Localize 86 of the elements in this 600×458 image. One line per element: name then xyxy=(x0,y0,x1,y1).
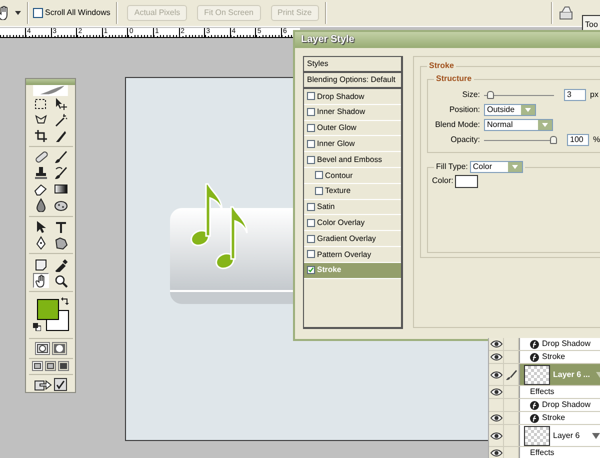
color-swatch[interactable] xyxy=(455,174,478,188)
effect-row[interactable]: Drop Shadow xyxy=(519,338,600,350)
layer-row[interactable]: Layer 6 xyxy=(519,425,600,446)
checkbox[interactable] xyxy=(307,124,315,132)
stamp-tool-button[interactable] xyxy=(32,166,48,181)
effect-icon xyxy=(530,352,539,362)
effect-row[interactable]: Effects xyxy=(519,447,600,458)
checkbox[interactable] xyxy=(307,108,315,116)
checkbox[interactable] xyxy=(315,187,323,196)
default-colors-icon[interactable] xyxy=(32,322,40,331)
eraser-tool-button[interactable] xyxy=(32,182,48,197)
field-label: Opacity: xyxy=(450,134,480,146)
checkbox[interactable] xyxy=(307,234,315,243)
dropdown[interactable]: Color xyxy=(470,161,523,173)
checkmark-tile-icon[interactable] xyxy=(54,378,67,391)
eye-icon[interactable] xyxy=(490,387,502,397)
caret-icon xyxy=(542,123,548,127)
scroll-all-windows-checkbox[interactable]: Scroll All Windows xyxy=(33,7,110,19)
field-label: Fill Type: xyxy=(436,162,468,172)
brush-icon xyxy=(505,368,517,380)
eye-icon[interactable] xyxy=(490,413,502,423)
triangle-icon[interactable] xyxy=(592,432,600,438)
dropdown[interactable]: Normal xyxy=(484,119,553,131)
checkbox[interactable] xyxy=(307,140,315,148)
eyedropper-tool-button[interactable] xyxy=(52,257,68,272)
note-tool-button[interactable] xyxy=(32,257,48,272)
dialog-title: Layer Style xyxy=(295,32,600,48)
group-title: Stroke xyxy=(427,61,456,71)
effect-row[interactable]: Effects xyxy=(519,386,600,398)
layer-thumbnail xyxy=(524,364,550,384)
effect-icon xyxy=(530,340,539,348)
wand-tool-button[interactable] xyxy=(52,112,68,128)
caret-icon xyxy=(512,165,518,169)
field-label: Blend Mode: xyxy=(434,119,480,131)
zoom-tool-button[interactable] xyxy=(52,273,68,288)
checkbox[interactable] xyxy=(307,266,315,274)
jump-to-icon[interactable] xyxy=(34,378,52,392)
slider-track[interactable] xyxy=(484,136,557,144)
caret-icon xyxy=(525,108,531,112)
checkbox[interactable] xyxy=(315,171,323,180)
dropdown[interactable]: Outside xyxy=(484,104,536,116)
unit-label: px xyxy=(590,89,598,101)
eye-icon[interactable] xyxy=(490,352,502,362)
effect-icon xyxy=(530,400,539,410)
slider-track[interactable] xyxy=(484,91,554,99)
layer-thumbnail xyxy=(524,426,550,446)
dashed-rectangle-tool-button[interactable] xyxy=(32,96,48,112)
shape-tool-button[interactable] xyxy=(52,235,68,250)
hand-tool-button[interactable] xyxy=(32,273,48,288)
crop-tool-button[interactable] xyxy=(32,128,48,144)
standard-mode-button[interactable] xyxy=(34,342,50,355)
eye-icon[interactable] xyxy=(490,339,502,349)
brush-tool-button[interactable] xyxy=(52,150,68,165)
checkbox[interactable] xyxy=(307,250,315,258)
field-label: Color: xyxy=(432,175,454,187)
screen-mode-button[interactable] xyxy=(45,361,56,372)
effect-icon xyxy=(530,414,539,422)
checkbox[interactable] xyxy=(307,156,315,164)
checkbox[interactable] xyxy=(307,92,315,100)
foreground-color-swatch[interactable] xyxy=(36,298,58,320)
field-label: Position: xyxy=(448,104,480,116)
toolbox-title-bar xyxy=(26,79,75,85)
slider-thumb[interactable] xyxy=(487,91,494,99)
effect-row[interactable]: Drop Shadow xyxy=(519,399,600,411)
palette-well-icon[interactable] xyxy=(558,6,574,20)
effect-row[interactable]: Stroke xyxy=(519,412,600,424)
eye-icon[interactable] xyxy=(490,430,502,440)
input-field[interactable]: 100 xyxy=(567,134,589,146)
background-color-swatch[interactable] xyxy=(46,310,68,331)
slider-thumb[interactable] xyxy=(550,136,557,144)
checkbox[interactable] xyxy=(307,218,315,227)
field-label: Size: xyxy=(461,89,480,101)
eye-icon[interactable] xyxy=(490,448,502,458)
screen-mode-button[interactable] xyxy=(32,361,43,372)
quick-mask-button[interactable] xyxy=(52,342,66,355)
brush-tool-button[interactable] xyxy=(52,166,68,181)
input-field[interactable]: 3 xyxy=(564,89,586,101)
checkbox[interactable] xyxy=(307,202,315,211)
swap-arrow-icon[interactable] xyxy=(60,296,68,305)
group-title: Structure xyxy=(434,74,474,84)
eye-icon[interactable] xyxy=(490,370,502,380)
caret-icon[interactable] xyxy=(15,11,21,15)
unit-label: % xyxy=(593,134,600,146)
effect-row[interactable]: Stroke xyxy=(519,351,600,363)
hand-icon[interactable] xyxy=(0,6,9,20)
screen-mode-button[interactable] xyxy=(58,361,69,372)
